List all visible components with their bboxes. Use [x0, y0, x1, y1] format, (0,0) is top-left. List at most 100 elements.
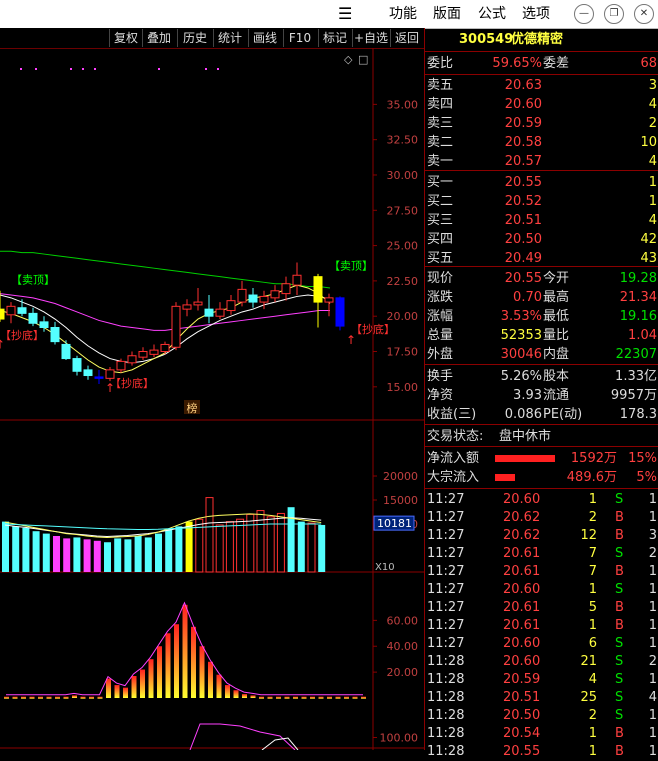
volume-bar	[307, 522, 316, 573]
tick-count: 1	[648, 510, 657, 525]
ratio-diff-value: 68	[640, 56, 657, 71]
y-tick-label: 15000	[383, 494, 418, 507]
toolbar-overlay-button[interactable]: 叠加	[142, 29, 175, 47]
toolbar-back-button[interactable]: 返回	[390, 29, 423, 47]
toolbar-stats-button[interactable]: 统计	[213, 29, 246, 47]
volume-bar	[63, 538, 71, 572]
rank-marker-label: 榜	[187, 401, 198, 415]
indicator-bar	[233, 690, 239, 698]
tick-time: 11:27	[427, 618, 465, 633]
bid-price: 20.55	[504, 175, 542, 190]
ask-volume: 2	[648, 116, 657, 131]
tick-time: 11:28	[427, 726, 465, 741]
bid-label: 买四	[427, 232, 454, 247]
indicator-bar	[310, 696, 315, 699]
ask-label: 卖一	[427, 154, 454, 169]
bid-volume: 42	[640, 232, 657, 247]
tick-price: 20.59	[503, 672, 541, 687]
volume-bar	[297, 521, 305, 572]
ratio-label: 委比	[427, 56, 454, 71]
tick-row: 11:27 20.60 6 S 1	[425, 634, 658, 653]
quote-value: 0.70	[513, 290, 542, 305]
tick-volume: 2	[588, 510, 597, 525]
trade-status-label: 交易状态:	[427, 429, 484, 444]
tick-count: 1	[648, 600, 657, 615]
tick-volume: 25	[580, 690, 597, 705]
menu-functions[interactable]: 功能	[389, 0, 417, 28]
tick-side: B	[615, 744, 624, 759]
candle-body	[83, 369, 93, 377]
toolbar-draw-button[interactable]: 画线	[248, 29, 281, 47]
tick-side: S	[615, 672, 624, 687]
candle-body	[39, 321, 49, 329]
kline-chart-area[interactable]: 35.00 32.50 30.00 27.50 25.00 22.50 20.00 17.50…	[0, 48, 424, 750]
bid-row: 买三 20.51 4	[425, 211, 658, 230]
signal-annotation: 【卖顶】	[11, 274, 55, 287]
hamburger-icon[interactable]: ☰	[338, 0, 352, 28]
candle-body	[313, 276, 323, 303]
volume-bar	[124, 539, 132, 572]
quote-row: 现价 20.55 今开 19.28	[425, 269, 658, 288]
quote-value: 52353	[500, 328, 542, 343]
signal-dot	[158, 68, 160, 70]
toolbar-mark-button[interactable]: 标记	[318, 29, 351, 47]
tick-time: 11:27	[427, 564, 465, 579]
indicator-bar	[259, 696, 264, 699]
tick-volume: 5	[588, 600, 597, 615]
y-tick-label: 20.00	[387, 310, 419, 323]
tick-side: S	[615, 636, 624, 651]
signal-dot	[94, 68, 96, 70]
tick-price: 20.60	[503, 582, 541, 597]
tick-price: 20.50	[503, 708, 541, 723]
indicator-bar	[29, 696, 35, 699]
ma-line	[0, 284, 331, 374]
close-icon[interactable]: ✕	[634, 4, 654, 24]
signal-dot	[70, 68, 72, 70]
toolbar-history-button[interactable]: 历史	[177, 29, 212, 47]
tick-count: 1	[648, 564, 657, 579]
tick-row: 11:27 20.61 7 B 1	[425, 562, 658, 581]
toolbar-watchlist-button[interactable]: +自选	[352, 29, 389, 47]
buy-arrow-icon: ↑	[105, 381, 115, 395]
volume-bar	[215, 524, 224, 573]
ask-row: 卖一 20.57 4	[425, 152, 658, 171]
volume-bar	[32, 531, 40, 572]
ask-price: 20.59	[504, 116, 542, 131]
tick-time: 11:27	[427, 546, 465, 561]
bid-label: 买三	[427, 213, 454, 228]
tick-count: 2	[648, 546, 657, 561]
y-tick-label: 40.00	[387, 640, 419, 653]
indicator-bar	[38, 696, 43, 699]
tick-count: 3	[648, 528, 657, 543]
candle-body	[0, 308, 5, 320]
candle-body	[160, 343, 170, 353]
menu-formula[interactable]: 公式	[478, 0, 506, 28]
tick-time: 11:27	[427, 600, 465, 615]
candle-body	[182, 304, 192, 310]
toolbar-f10-button[interactable]: F10	[283, 29, 316, 47]
indicator-bar	[216, 674, 222, 698]
tick-volume: 1	[588, 618, 597, 633]
volume-bar	[93, 540, 101, 572]
indicator-bar	[148, 659, 154, 698]
signal-annotation: 【卖顶】	[329, 260, 373, 273]
bid-volume: 1	[648, 175, 657, 190]
candle-body	[335, 297, 345, 327]
tick-row: 11:27 20.60 1 S 1	[425, 580, 658, 599]
quote-label: 现价	[427, 271, 454, 286]
quote-value-2: 19.28	[619, 271, 657, 286]
tick-side: S	[615, 708, 624, 723]
candle-body	[292, 274, 302, 286]
volume-bar	[22, 527, 30, 572]
quote-value-2: 19.16	[619, 309, 657, 324]
fund-label: 换手	[427, 369, 454, 384]
toolbar-adjust-button[interactable]: 复权	[109, 29, 142, 47]
fund-label-2: 股本	[543, 369, 570, 384]
restore-icon[interactable]: ❐	[604, 4, 624, 24]
tick-price: 20.60	[503, 654, 541, 669]
minimize-icon[interactable]: —	[574, 4, 594, 24]
menu-layout[interactable]: 版面	[433, 0, 461, 28]
menu-options[interactable]: 选项	[522, 0, 550, 28]
tick-time: 11:28	[427, 708, 465, 723]
y-tick-label: 32.50	[387, 134, 419, 147]
